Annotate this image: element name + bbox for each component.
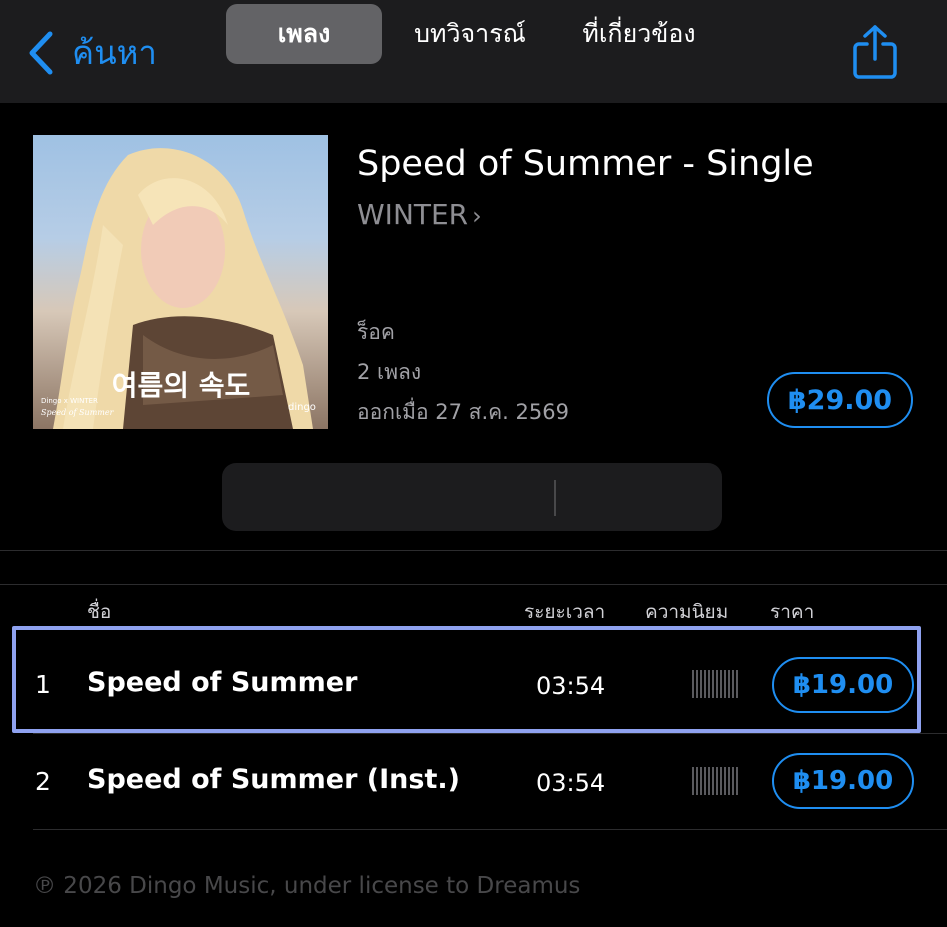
- column-header-name: ชื่อ: [87, 601, 112, 623]
- album-release-date: ออกเมื่อ 27 ส.ค. 2569: [357, 400, 569, 424]
- copyright-text: ℗ 2026 Dingo Music, under license to Dre…: [33, 873, 581, 899]
- segmented-control: [222, 463, 722, 531]
- artist-link[interactable]: WINTER ›: [357, 198, 482, 231]
- cover-small-text-2: Speed of Summer: [41, 408, 115, 417]
- cover-title-text: 여름의 속도: [112, 369, 251, 402]
- cover-label: dingo: [288, 402, 316, 413]
- album-genre: ร็อค: [357, 320, 395, 344]
- column-header-duration: ระยะเวลา: [524, 601, 606, 623]
- selection-highlight: [12, 626, 921, 733]
- back-label: ค้นหา: [72, 33, 157, 72]
- share-icon[interactable]: [850, 24, 900, 80]
- chevron-right-icon: ›: [472, 202, 482, 230]
- divider: [33, 733, 947, 734]
- divider: [0, 584, 947, 585]
- cover-small-text: Dingo x WINTER: [41, 397, 98, 405]
- tab-songs[interactable]: เพลง: [226, 4, 382, 64]
- artist-name: WINTER: [357, 198, 469, 231]
- popularity-bar: [692, 767, 740, 795]
- album-title: Speed of Summer - Single: [357, 144, 814, 184]
- track-title[interactable]: Speed of Summer (Inst.): [87, 764, 460, 795]
- tab-reviews[interactable]: บทวิจารณ์: [388, 4, 552, 64]
- segment-divider: [554, 480, 556, 516]
- album-artwork: 여름의 속도 Dingo x WINTER Speed of Summer di…: [33, 135, 328, 429]
- track-duration: 03:54: [536, 769, 606, 797]
- buy-track-button[interactable]: ฿19.00: [772, 753, 914, 809]
- chevron-left-icon: [29, 31, 53, 75]
- column-header-price: ราคา: [770, 601, 815, 623]
- buy-album-button[interactable]: ฿29.00: [767, 372, 913, 428]
- divider: [0, 550, 947, 551]
- album-track-count: 2 เพลง: [357, 360, 422, 384]
- back-button[interactable]: ค้นหา: [26, 30, 157, 76]
- column-header-popularity: ความนิยม: [645, 601, 729, 623]
- track-number: 2: [35, 767, 51, 796]
- tab-related[interactable]: ที่เกี่ยวข้อง: [560, 4, 718, 64]
- divider: [33, 829, 947, 830]
